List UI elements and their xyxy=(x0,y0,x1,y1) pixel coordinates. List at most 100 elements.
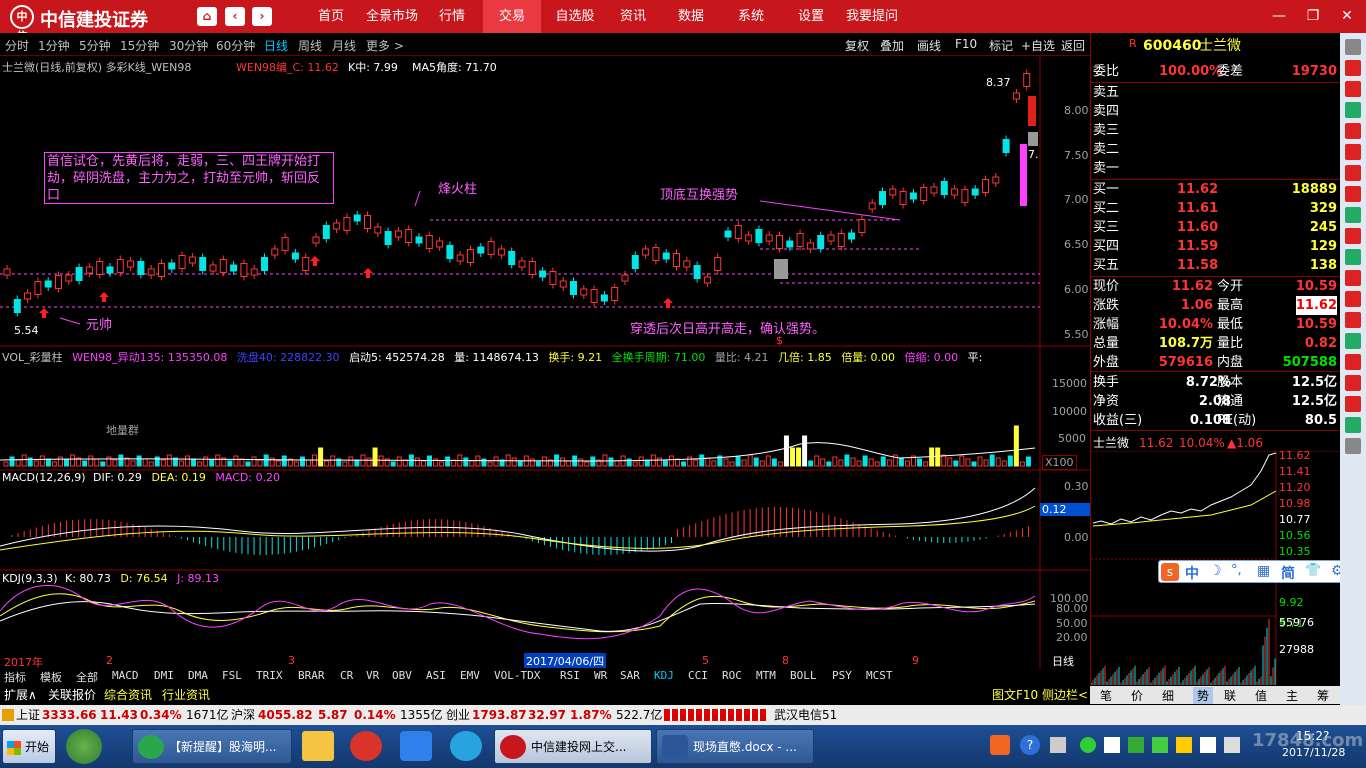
task-citic[interactable]: 中信建投网上交... xyxy=(494,729,652,764)
video-icon[interactable] xyxy=(400,731,432,761)
tab-60min[interactable]: 60分钟 xyxy=(216,37,255,54)
ime-chinese[interactable]: 中 xyxy=(1185,563,1199,583)
related-quote-tab[interactable]: 关联报价 xyxy=(48,686,96,703)
indicator-tab-voltdx[interactable]: VOL-TDX xyxy=(494,669,540,682)
mini-tab[interactable]: 势 xyxy=(1193,687,1214,704)
rsi2-icon[interactable] xyxy=(1345,396,1361,412)
indicator-tab-mtm[interactable]: MTM xyxy=(756,669,776,682)
indicator-tab-[interactable]: 全部 xyxy=(76,669,98,685)
list-icon[interactable] xyxy=(1345,102,1361,118)
buy-row[interactable]: 买五 11.58 138 xyxy=(1091,256,1341,275)
tab-more[interactable]: 更多 > xyxy=(366,37,404,54)
tray-icon[interactable] xyxy=(1176,737,1192,753)
tray-icon[interactable] xyxy=(1104,737,1120,753)
ime-simplified[interactable]: 简 xyxy=(1281,563,1295,583)
tab-weekly[interactable]: 周线 xyxy=(298,37,322,54)
help-icon[interactable]: ? xyxy=(1020,735,1040,755)
media-icon[interactable] xyxy=(350,731,382,761)
mark-button[interactable]: 标记 xyxy=(989,37,1013,54)
indicator-tab-[interactable]: 指标 xyxy=(4,669,26,685)
f10-text-tab[interactable]: 图文F10 xyxy=(992,686,1038,703)
mini-tab[interactable]: 值 xyxy=(1255,687,1267,704)
news-tab[interactable]: 综合资讯 xyxy=(104,686,152,703)
folder-icon[interactable] xyxy=(302,731,334,761)
sidebar-toggle[interactable]: 侧边栏< xyxy=(1042,686,1088,703)
menu-market[interactable]: 全景市场 xyxy=(362,0,422,33)
ime-keyboard[interactable]: ▦ xyxy=(1257,563,1270,579)
menu-ask[interactable]: 我要提问 xyxy=(842,0,902,33)
ime-punct[interactable]: °, xyxy=(1231,563,1242,578)
indicator-tab-[interactable]: 模板 xyxy=(40,669,62,685)
clock-date[interactable]: 2017/11/28 xyxy=(1282,746,1345,759)
network-icon[interactable] xyxy=(1200,737,1216,753)
menu-data[interactable]: 数据 xyxy=(667,0,715,33)
return-button[interactable]: 返回 xyxy=(1061,37,1085,54)
qq-icon[interactable] xyxy=(450,731,482,761)
indicator-tab-cci[interactable]: CCI xyxy=(688,669,708,682)
table-icon[interactable] xyxy=(1345,207,1361,223)
tab-daily[interactable]: 日线 xyxy=(264,37,288,54)
buy-row[interactable]: 买三 11.60 245 xyxy=(1091,218,1341,237)
clock-icon[interactable] xyxy=(1345,333,1361,349)
close-icon[interactable]: ✕ xyxy=(1330,0,1364,33)
cy-label[interactable]: 创业 xyxy=(446,705,470,725)
mini-tab[interactable]: 筹 xyxy=(1317,687,1329,704)
buy-row[interactable]: 买四 11.59 129 xyxy=(1091,237,1341,256)
mini-tab[interactable]: 价 xyxy=(1131,687,1143,704)
mini-tab[interactable]: 细 xyxy=(1162,687,1174,704)
indicator-tab-cr[interactable]: CR xyxy=(340,669,353,682)
restore-icon[interactable]: ❐ xyxy=(1296,0,1330,33)
task-forum[interactable]: 【新提醒】股海明... xyxy=(132,729,292,764)
indicator-tab-rsi[interactable]: RSI xyxy=(560,669,580,682)
menu-settings[interactable]: 设置 xyxy=(788,0,834,33)
indicator-tab-brar[interactable]: BRAR xyxy=(298,669,325,682)
fuquan-button[interactable]: 复权 xyxy=(845,37,869,54)
indicator-tab-sar[interactable]: SAR xyxy=(620,669,640,682)
ime-moon[interactable]: ☽ xyxy=(1209,563,1222,579)
indicator-tab-psy[interactable]: PSY xyxy=(832,669,852,682)
forward-icon[interactable]: › xyxy=(252,7,272,26)
tab-monthly[interactable]: 月线 xyxy=(332,37,356,54)
hs-label[interactable]: 沪深 xyxy=(231,705,255,725)
chart-icon[interactable] xyxy=(1345,60,1361,76)
app-icon-1[interactable] xyxy=(66,729,102,764)
indicator-tab-macd[interactable]: MACD xyxy=(112,669,139,682)
tray-icon[interactable] xyxy=(1050,737,1066,753)
task-word[interactable]: 现场直憋.docx - ... xyxy=(656,729,814,764)
volume-icon[interactable] xyxy=(1224,737,1240,753)
expand-tab[interactable]: 扩展∧ xyxy=(4,686,37,703)
tray-icon[interactable] xyxy=(1128,737,1144,753)
mini-tab[interactable]: 联 xyxy=(1224,687,1236,704)
indicator-tab-wr[interactable]: WR xyxy=(594,669,607,682)
down-icon[interactable] xyxy=(1345,438,1361,454)
add-watch-button[interactable]: +自选 xyxy=(1021,37,1055,54)
menu-system[interactable]: 系统 xyxy=(728,0,774,33)
menu-trade[interactable]: 交易 xyxy=(483,0,541,33)
buy-row[interactable]: 买二 11.61 329 xyxy=(1091,199,1341,218)
f10-icon[interactable] xyxy=(1345,291,1361,307)
news-ticker[interactable]: 武汉电信51 xyxy=(774,705,837,725)
back-icon[interactable]: ‹ xyxy=(225,7,245,26)
indicator-tab-obv[interactable]: OBV xyxy=(392,669,412,682)
move-icon[interactable] xyxy=(1345,417,1361,433)
pie-icon[interactable] xyxy=(1345,186,1361,202)
sogou-tray-icon[interactable] xyxy=(990,735,1010,755)
sh-label[interactable]: 上证 xyxy=(16,705,40,725)
clock-time[interactable]: 15:2? xyxy=(1296,729,1329,743)
tab-fenshi[interactable]: 分时 xyxy=(5,37,29,54)
minimize-icon[interactable]: — xyxy=(1262,0,1296,33)
indicator-tab-kdj[interactable]: KDJ xyxy=(654,669,674,682)
rsi-icon[interactable] xyxy=(1345,354,1361,370)
home-icon[interactable]: ⌂ xyxy=(197,7,217,26)
chart2-icon[interactable] xyxy=(1345,81,1361,97)
tray-icon[interactable] xyxy=(1080,737,1096,753)
lock-icon[interactable] xyxy=(1345,249,1361,265)
indicator-tab-dmi[interactable]: DMI xyxy=(154,669,174,682)
menu-quotes[interactable]: 行情 xyxy=(428,0,476,33)
indicator-tab-dma[interactable]: DMA xyxy=(188,669,208,682)
up-arrow-icon[interactable] xyxy=(1345,39,1361,55)
mini-tab[interactable]: 主 xyxy=(1286,687,1298,704)
ime-skin[interactable]: 👕 xyxy=(1305,563,1321,578)
grid-icon[interactable] xyxy=(1345,123,1361,139)
tab-5min[interactable]: 5分钟 xyxy=(79,37,111,54)
